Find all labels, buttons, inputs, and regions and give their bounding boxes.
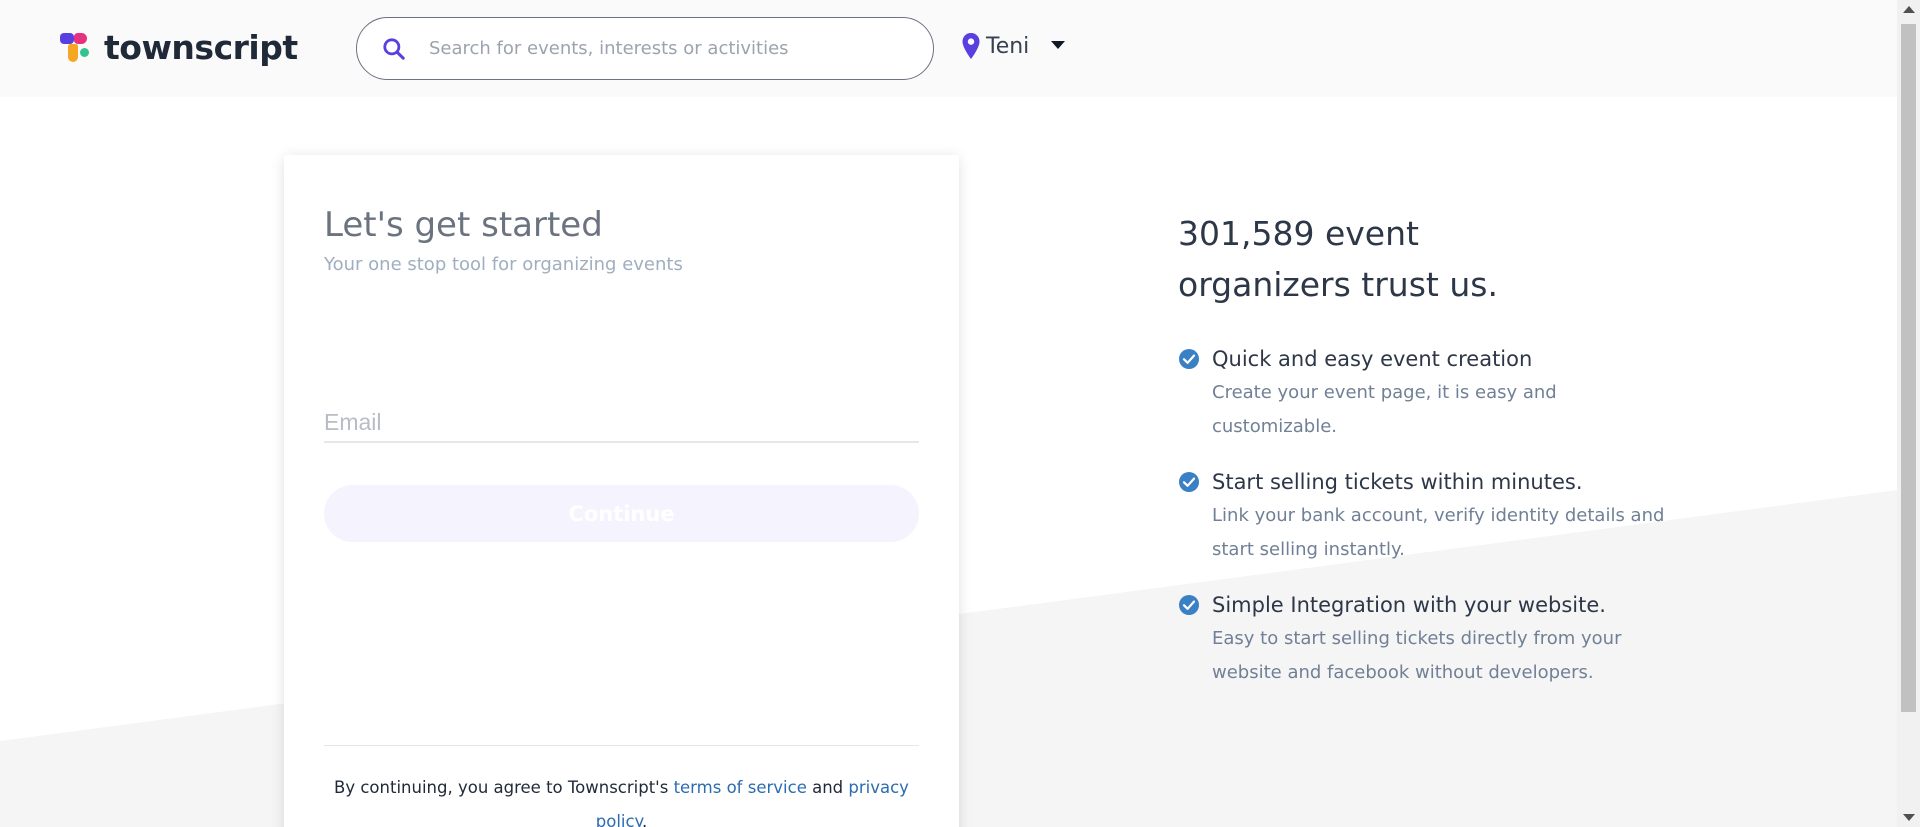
location-selector[interactable]: Teni — [962, 33, 1066, 59]
terms-suffix: . — [641, 812, 648, 827]
townscript-logo[interactable]: townscript — [60, 28, 298, 67]
location-label: Teni — [986, 33, 1030, 59]
check-circle-icon — [1179, 595, 1199, 615]
feature-item: Simple Integration with your website. Ea… — [1178, 590, 1678, 690]
email-field[interactable] — [324, 403, 919, 443]
email-input[interactable] — [324, 403, 919, 441]
search-input[interactable] — [429, 38, 869, 59]
search-icon[interactable] — [381, 36, 407, 62]
terms-prefix: By continuing, you agree to Townscript's — [334, 778, 674, 797]
terms-text: By continuing, you agree to Townscript's… — [324, 771, 919, 827]
feature-description: Link your bank account, verify identity … — [1212, 505, 1665, 560]
townscript-logo-icon — [60, 32, 94, 63]
feature-title: Start selling tickets within minutes. — [1212, 470, 1583, 494]
location-pin-icon — [962, 33, 980, 59]
scroll-up-arrow-icon[interactable] — [1903, 6, 1915, 13]
feature-description: Create your event page, it is easy and c… — [1212, 382, 1557, 437]
continue-button[interactable]: Continue — [324, 485, 919, 542]
feature-title: Simple Integration with your website. — [1212, 593, 1606, 617]
feature-item: Start selling tickets within minutes. Li… — [1178, 467, 1678, 567]
trust-heading: 301,589 event organizers trust us. — [1178, 214, 1498, 304]
check-circle-icon — [1179, 472, 1199, 492]
caret-down-icon[interactable] — [1051, 41, 1066, 51]
signup-card: Let's get started Your one stop tool for… — [284, 155, 959, 827]
card-subtitle: Your one stop tool for organizing events — [324, 254, 683, 275]
terms-middle: and — [806, 778, 849, 797]
feature-title: Quick and easy event creation — [1212, 347, 1533, 371]
logo-text: townscript — [104, 28, 298, 67]
feature-item: Quick and easy event creation Create you… — [1178, 344, 1678, 444]
feature-list: Quick and easy event creation Create you… — [1178, 344, 1678, 713]
page-scrollbar[interactable] — [1897, 0, 1920, 827]
feature-description: Easy to start selling tickets directly f… — [1212, 628, 1622, 683]
check-circle-icon — [1179, 349, 1199, 369]
card-divider — [324, 745, 919, 746]
terms-of-service-link[interactable]: terms of service — [674, 778, 807, 797]
search-bar[interactable] — [356, 17, 934, 80]
top-navbar: townscript Teni — [0, 0, 1897, 97]
scroll-down-arrow-icon[interactable] — [1903, 814, 1915, 821]
scroll-thumb[interactable] — [1901, 24, 1916, 712]
card-title: Let's get started — [324, 205, 603, 245]
